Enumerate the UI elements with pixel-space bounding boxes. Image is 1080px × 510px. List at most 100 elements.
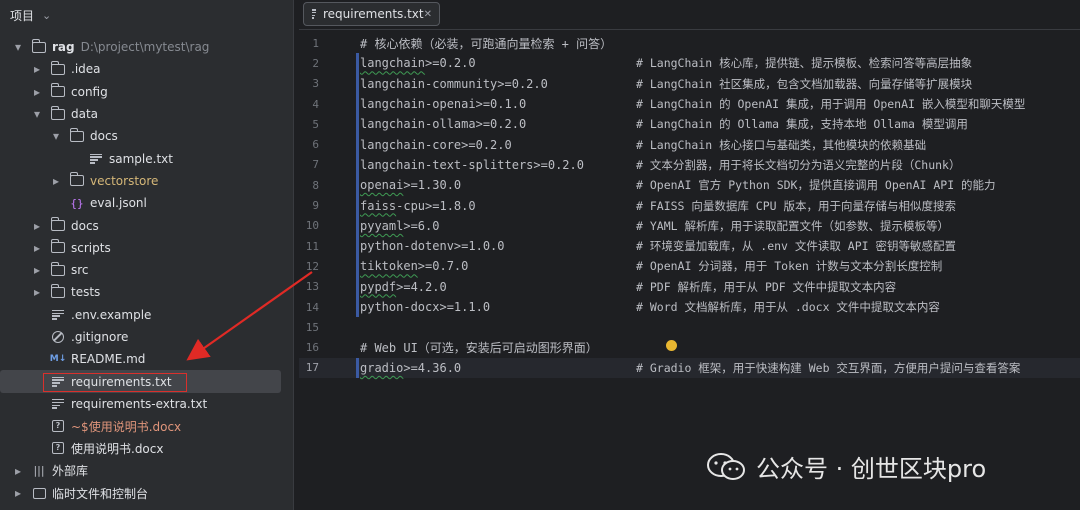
change-marker[interactable] <box>356 134 359 155</box>
change-marker[interactable] <box>356 296 359 318</box>
folder-icon <box>50 283 65 298</box>
folder-icon <box>50 105 65 120</box>
tab-requirements[interactable]: requirements.txt ✕ <box>303 2 440 26</box>
code-line[interactable]: 14 python-docx>=1.1.0 # Word 文档解析库，用于从 .do… <box>299 296 1080 318</box>
tree-item[interactable]: ▸ .idea <box>0 58 293 80</box>
tab-label: requirements.txt <box>322 7 424 21</box>
tree-item-label: rag <box>52 40 75 55</box>
code-line[interactable]: 17 gradio>=4.36.0 # Gradio 框架，用于快速构建 Web 交… <box>299 357 1080 379</box>
chevron-right-icon[interactable]: ▸ <box>12 486 24 500</box>
code-text: langchain-text-splitters>=0.2.0 <box>360 157 584 172</box>
folder-icon <box>50 261 65 276</box>
code-text: python-dotenv>=1.0.0 <box>360 239 505 254</box>
change-marker[interactable] <box>356 215 359 236</box>
inline-comment: # 文本分割器，用于将长文档切分为语义完整的片段（Chunk） <box>636 157 961 172</box>
tree-item[interactable]: ▸ config <box>0 81 293 103</box>
tree-item-label: 使用说明书.docx <box>71 441 164 456</box>
tree-item[interactable]: .env.example <box>0 304 293 326</box>
chevron-right-icon[interactable]: ▸ <box>31 263 43 277</box>
line-number: 11 <box>305 239 319 253</box>
spellcheck-word: langchain <box>360 56 426 71</box>
change-marker[interactable] <box>356 154 359 176</box>
chevron-right-icon[interactable]: ▸ <box>12 464 24 478</box>
chevron-right-icon[interactable]: ▸ <box>31 241 43 255</box>
code-line[interactable]: 1 # 核心依赖（必装，可跑通向量检索 + 问答） <box>299 33 1080 53</box>
tree-item[interactable]: ▸ scripts <box>0 237 293 259</box>
tree-item[interactable]: M↓ README.md <box>0 348 293 370</box>
tree-item-label: config <box>71 84 108 99</box>
chevron-right-icon[interactable]: ▸ <box>31 62 43 76</box>
close-icon[interactable]: ✕ <box>424 9 432 20</box>
tree-item[interactable]: ? 使用说明书.docx <box>0 437 293 459</box>
tree-item[interactable]: .gitignore <box>0 326 293 348</box>
code-line[interactable]: 8 openai>=1.30.0 # OpenAI 官方 Python SDK，提供… <box>299 175 1080 196</box>
tree-item[interactable]: ▸ vectorstore <box>0 170 293 192</box>
json-file-icon: {} <box>70 196 84 210</box>
tree-item-label: data <box>71 107 99 122</box>
change-marker[interactable] <box>356 276 359 297</box>
change-marker[interactable] <box>356 256 359 277</box>
code-line[interactable]: 3 langchain-community>=0.2.0 # LangChain 社… <box>299 73 1080 94</box>
code-area[interactable]: 1 # 核心依赖（必装，可跑通向量检索 + 问答） 2 langchain>=0.2.… <box>299 33 1080 379</box>
tree-item[interactable]: sample.txt <box>0 147 293 169</box>
text-file-icon <box>51 398 65 410</box>
chevron-down-icon[interactable]: ⌄ <box>42 9 51 22</box>
code-line[interactable]: 13 pypdf>=4.2.0 # PDF 解析库，用于从 PDF 文件中提取文本内… <box>299 276 1080 297</box>
line-number: 1 <box>312 36 319 50</box>
spellcheck-word: pypdf <box>360 279 397 294</box>
tab-bar: requirements.txt ✕ <box>299 0 1080 30</box>
tree-item[interactable]: ? ~$使用说明书.docx <box>0 415 293 437</box>
change-marker[interactable] <box>356 73 359 94</box>
change-marker[interactable] <box>356 195 359 216</box>
chevron-right-icon[interactable]: ▸ <box>31 285 43 299</box>
project-panel-header[interactable]: 项目 ⌄ <box>0 0 293 30</box>
code-line[interactable]: 11 python-dotenv>=1.0.0 # 环境变量加载库，从 .env 文… <box>299 235 1080 257</box>
change-marker[interactable] <box>356 235 359 257</box>
chevron-down-icon[interactable]: ▾ <box>12 40 24 54</box>
code-line[interactable]: 10 pyyaml>=6.0 # YAML 解析库，用于读取配置文件（如参数、提示模… <box>299 215 1080 236</box>
tree-item[interactable]: ▾ rag D:\project\mytest\rag <box>0 36 293 58</box>
change-marker[interactable] <box>356 175 359 196</box>
code-text: pypdf>=4.2.0 <box>360 279 447 294</box>
folder-icon <box>50 239 65 254</box>
tree-item[interactable]: ▸ src <box>0 259 293 281</box>
text-file-icon <box>51 309 65 321</box>
chevron-down-icon[interactable]: ▾ <box>31 107 43 121</box>
tree-item-label: vectorstore <box>90 173 159 188</box>
lightbulb-icon[interactable] <box>666 340 677 351</box>
code-line[interactable]: 15 <box>299 317 1080 337</box>
gitignore-icon <box>51 331 65 343</box>
code-line[interactable]: 7 langchain-text-splitters>=0.2.0 # 文本分割器，… <box>299 154 1080 176</box>
code-text: faiss-cpu>=1.8.0 <box>360 198 476 213</box>
tree-item[interactable]: ▸ ||| 外部库 <box>0 460 293 482</box>
code-line[interactable]: 16 # Web UI（可选，安装后可启动图形界面） <box>299 337 1080 357</box>
library-icon: ||| <box>33 464 45 478</box>
tree-item[interactable]: ▾ data <box>0 103 293 125</box>
tree-item[interactable]: ▾ docs <box>0 125 293 147</box>
code-line[interactable]: 5 langchain-ollama>=0.2.0 # LangChain 的 Ol… <box>299 114 1080 135</box>
code-line[interactable]: 9 faiss-cpu>=1.8.0 # FAISS 向量数据库 CPU 版本，用于… <box>299 195 1080 216</box>
code-text: openai>=1.30.0 <box>360 178 462 193</box>
chevron-down-icon[interactable]: ▾ <box>50 129 62 143</box>
code-line[interactable]: 2 langchain>=0.2.0 # LangChain 核心库，提供链、提示模… <box>299 53 1080 74</box>
change-marker[interactable] <box>356 357 359 379</box>
tree-item-label: 临时文件和控制台 <box>52 486 149 501</box>
change-marker[interactable] <box>356 93 359 115</box>
change-marker[interactable] <box>356 114 359 135</box>
tree-item[interactable]: {} eval.jsonl <box>0 192 293 214</box>
tree-item-label: sample.txt <box>109 151 173 166</box>
change-marker[interactable] <box>356 53 359 74</box>
code-line[interactable]: 12 tiktoken>=0.7.0 # OpenAI 分词器，用于 Token 计… <box>299 256 1080 277</box>
tree-item-label: eval.jsonl <box>90 196 147 211</box>
code-line[interactable]: 6 langchain-core>=0.2.0 # LangChain 核心接口与基… <box>299 134 1080 155</box>
chevron-right-icon[interactable]: ▸ <box>31 219 43 233</box>
tree-item[interactable]: ▸ docs <box>0 214 293 236</box>
chevron-right-icon[interactable]: ▸ <box>31 85 43 99</box>
tree-item[interactable]: ▸ tests <box>0 281 293 303</box>
tree-item[interactable]: requirements-extra.txt <box>0 393 293 415</box>
chevron-right-icon[interactable]: ▸ <box>50 174 62 188</box>
inline-comment: # FAISS 向量数据库 CPU 版本，用于向量存储与相似度搜索 <box>636 198 957 213</box>
text-file-icon <box>89 153 103 165</box>
code-line[interactable]: 4 langchain-openai>=0.1.0 # LangChain 的 Op… <box>299 93 1080 115</box>
tree-item[interactable]: ▸ 临时文件和控制台 <box>0 482 293 504</box>
